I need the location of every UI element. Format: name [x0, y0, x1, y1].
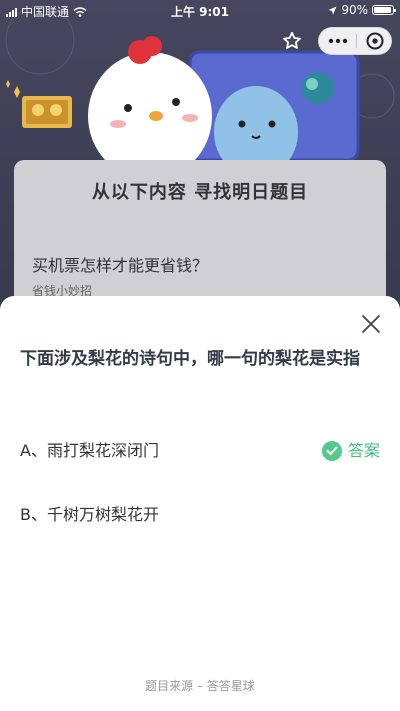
exit-button[interactable]: [357, 28, 393, 54]
question-text: 下面涉及梨花的诗句中，哪一句的梨花是实指: [20, 349, 360, 369]
more-dots-icon: [328, 38, 347, 44]
close-icon: [362, 315, 380, 333]
option-b[interactable]: B、千树万树梨花开: [20, 500, 380, 530]
favorite-button[interactable]: [276, 28, 308, 54]
star-icon: [283, 31, 301, 49]
close-button[interactable]: [357, 310, 385, 338]
option-b-label: B、千树万树梨花开: [20, 505, 159, 524]
answer-label: 答案: [347, 441, 380, 460]
check-circle-icon: [321, 441, 342, 461]
status-right: 90%: [328, 3, 396, 17]
option-a[interactable]: A、雨打梨花深闭门 答案: [20, 436, 380, 466]
battery-icon: [372, 5, 396, 15]
answer-badge: 答案: [321, 436, 380, 466]
status-bar: 中国联通 上午 9:01 90%: [0, 0, 400, 22]
miniprogram-capsule: [318, 27, 392, 55]
more-button[interactable]: [319, 28, 356, 54]
location-arrow-icon: [328, 6, 337, 14]
option-a-label: A、雨打梨花深闭门: [20, 441, 159, 460]
exit-circle-icon: [366, 32, 384, 50]
card-question[interactable]: 买机票怎样才能更省钱？: [32, 252, 208, 276]
battery-percent: 90%: [341, 3, 368, 17]
card-title: 从以下内容 寻找明日题目: [91, 182, 309, 203]
question-source: 题目来源 – 答答星球: [145, 679, 255, 693]
